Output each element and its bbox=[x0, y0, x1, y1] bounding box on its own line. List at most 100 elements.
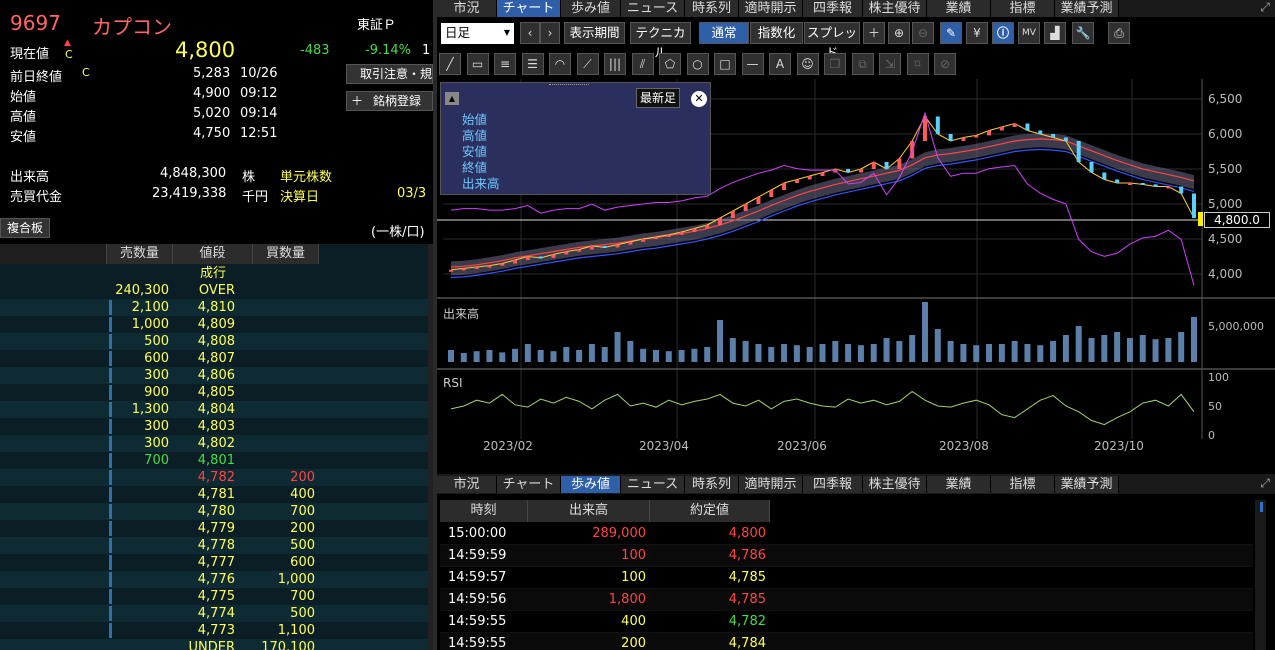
ob-price[interactable]: 4,809 bbox=[180, 316, 235, 333]
ob-price[interactable]: 4,780 bbox=[180, 503, 235, 520]
drag-handle[interactable] bbox=[549, 84, 589, 88]
line-tool-icon[interactable]: ╱ bbox=[439, 53, 461, 75]
tab-7[interactable]: 株主優待 bbox=[863, 476, 927, 493]
ob-row[interactable]: UNDER 170,100 bbox=[0, 639, 428, 650]
ob-price[interactable]: 4,806 bbox=[180, 367, 235, 384]
tab-2[interactable]: 歩み値 bbox=[561, 0, 621, 17]
ob-buy-qty[interactable]: 400 bbox=[253, 486, 315, 503]
ob-price[interactable]: 4,803 bbox=[180, 418, 235, 435]
technical-button[interactable]: テクニカル bbox=[630, 22, 691, 60]
pencil-icon[interactable]: ✎ bbox=[940, 22, 962, 44]
period-select[interactable]: 日足 ▼ bbox=[441, 23, 514, 44]
tab-0[interactable]: 市況 bbox=[437, 0, 497, 17]
tab-10[interactable]: 業績予測 bbox=[1055, 0, 1119, 17]
ob-row[interactable]: 600 4,807 bbox=[0, 350, 428, 367]
ob-sell-qty[interactable]: 300 bbox=[107, 418, 169, 435]
ob-price[interactable]: 4,777 bbox=[180, 554, 235, 571]
tab-3[interactable]: ニュース bbox=[621, 0, 685, 17]
tag-tool-icon[interactable]: ⊘ bbox=[934, 53, 956, 75]
ob-buy-qty[interactable]: 700 bbox=[253, 503, 315, 520]
tab-1[interactable]: チャート bbox=[497, 0, 561, 17]
tab-4[interactable]: 時系列 bbox=[685, 476, 739, 493]
ob-row[interactable]: 4,780 700 bbox=[0, 503, 428, 520]
ob-buy-qty[interactable]: 1,100 bbox=[253, 622, 315, 639]
tab-2[interactable]: 歩み値 bbox=[561, 476, 621, 493]
ob-row[interactable]: 2,100 4,810 bbox=[0, 299, 428, 316]
copy2-tool-icon[interactable]: ⧉ bbox=[851, 53, 874, 75]
ob-price[interactable]: 4,807 bbox=[180, 350, 235, 367]
combined-board-button[interactable]: 複合板 bbox=[0, 218, 50, 238]
index-button[interactable]: 指数化 bbox=[750, 22, 803, 44]
copy-tool-icon[interactable]: ❐ bbox=[824, 53, 846, 75]
trading-caution-button[interactable]: 取引注意・規 bbox=[346, 64, 433, 84]
ayumi-row[interactable]: 14:59:59 100 4,786 bbox=[440, 545, 1253, 567]
ayumi-row[interactable]: 14:59:55 400 4,782 bbox=[440, 611, 1253, 633]
ob-price[interactable]: 4,801 bbox=[180, 452, 235, 469]
ayumi-row[interactable]: 14:59:56 1,800 4,785 bbox=[440, 589, 1253, 611]
ob-row[interactable]: 700 4,801 bbox=[0, 452, 428, 469]
ob-sell-qty[interactable]: 600 bbox=[107, 350, 169, 367]
ob-row[interactable]: 500 4,808 bbox=[0, 333, 428, 350]
circle-tool-icon[interactable]: ○ bbox=[686, 53, 709, 75]
ob-row[interactable]: 4,775 700 bbox=[0, 588, 428, 605]
ayumi-row[interactable]: 15:00:00 289,000 4,800 bbox=[440, 523, 1253, 545]
ob-buy-qty[interactable]: 200 bbox=[253, 520, 315, 537]
ob-price[interactable]: 4,773 bbox=[180, 622, 235, 639]
close-icon[interactable]: ✕ bbox=[691, 91, 707, 107]
register-stock-button[interactable]: ＋ 銘柄登録 bbox=[346, 91, 433, 111]
tab-3[interactable]: ニュース bbox=[621, 476, 685, 493]
moving-average-icon[interactable]: MV bbox=[1018, 22, 1040, 44]
ob-row[interactable]: 900 4,805 bbox=[0, 384, 428, 401]
tab-8[interactable]: 業績 bbox=[927, 0, 991, 17]
tab-10[interactable]: 業績予測 bbox=[1055, 476, 1119, 493]
ob-buy-qty[interactable]: 500 bbox=[253, 605, 315, 622]
hline-tool-icon[interactable]: — bbox=[741, 53, 764, 75]
tab-8[interactable]: 業績 bbox=[927, 476, 991, 493]
zoom-out-icon[interactable]: ⊖ bbox=[912, 22, 934, 44]
ob-row[interactable]: 300 4,806 bbox=[0, 367, 428, 384]
ob-sell-qty[interactable]: 300 bbox=[107, 435, 169, 452]
icon-tool-icon[interactable]: ☺ bbox=[796, 53, 819, 75]
ob-price[interactable]: 4,782 bbox=[180, 469, 235, 486]
label-tool-icon[interactable]: ⌑ bbox=[906, 53, 929, 75]
ob-price[interactable]: 4,778 bbox=[180, 537, 235, 554]
tab-7[interactable]: 株主優待 bbox=[863, 0, 927, 17]
pentagon-tool-icon[interactable]: ⬠ bbox=[659, 53, 681, 75]
ob-price[interactable]: 4,810 bbox=[180, 299, 235, 316]
fan-tool-icon[interactable]: ⟋ bbox=[576, 53, 599, 75]
ob-buy-qty[interactable]: 600 bbox=[253, 554, 315, 571]
ayumi-scrollbar[interactable] bbox=[1255, 500, 1266, 650]
ob-row[interactable]: 1,300 4,804 bbox=[0, 401, 428, 418]
ob-sell-qty[interactable]: 700 bbox=[107, 452, 169, 469]
ob-row[interactable]: 4,782 200 bbox=[0, 469, 428, 486]
hlines2-tool-icon[interactable]: ☰ bbox=[521, 53, 544, 75]
ob-row[interactable]: 4,773 1,100 bbox=[0, 622, 428, 639]
tab-0[interactable]: 市況 bbox=[437, 476, 497, 493]
latest-bar-button[interactable]: 最新足 bbox=[636, 88, 680, 108]
ob-row[interactable]: 4,778 500 bbox=[0, 537, 428, 554]
arc-tool-icon[interactable]: ◠ bbox=[549, 53, 571, 75]
chart-type-icon[interactable]: ▟ bbox=[1044, 22, 1066, 44]
expand-icon[interactable]: ⤢ bbox=[1255, 0, 1275, 17]
ob-row[interactable]: 4,779 200 bbox=[0, 520, 428, 537]
ob-sell-qty[interactable]: 1,000 bbox=[107, 316, 169, 333]
expand-icon[interactable]: ⤢ bbox=[1255, 476, 1275, 493]
ob-sell-qty[interactable]: 2,100 bbox=[107, 299, 169, 316]
hlines-tool-icon[interactable]: ≡ bbox=[494, 53, 516, 75]
vlines-tool-icon[interactable]: ||| bbox=[604, 53, 626, 75]
crosshair-icon[interactable]: ＋ bbox=[863, 22, 885, 44]
shift-tool-icon[interactable]: ⇲ bbox=[879, 53, 901, 75]
tab-6[interactable]: 四季報 bbox=[803, 0, 863, 17]
ob-sell-qty[interactable]: 500 bbox=[107, 333, 169, 350]
ob-buy-qty[interactable]: 700 bbox=[253, 588, 315, 605]
tab-9[interactable]: 指標 bbox=[991, 0, 1055, 17]
ob-price[interactable]: 4,776 bbox=[180, 571, 235, 588]
collapse-icon[interactable]: ▲ bbox=[445, 92, 459, 105]
ob-row[interactable]: 4,781 400 bbox=[0, 486, 428, 503]
ayumi-row[interactable]: 14:59:55 200 4,784 bbox=[440, 633, 1253, 650]
ohlc-popup[interactable]: ▲ 最新足 ✕ 始値 高値 安値 終値 出来高 bbox=[440, 82, 711, 195]
tab-6[interactable]: 四季報 bbox=[803, 476, 863, 493]
ob-row[interactable]: 240,300 OVER bbox=[0, 282, 428, 299]
ob-price[interactable]: UNDER bbox=[180, 639, 236, 650]
print-icon[interactable]: ⎙ bbox=[1108, 22, 1130, 44]
